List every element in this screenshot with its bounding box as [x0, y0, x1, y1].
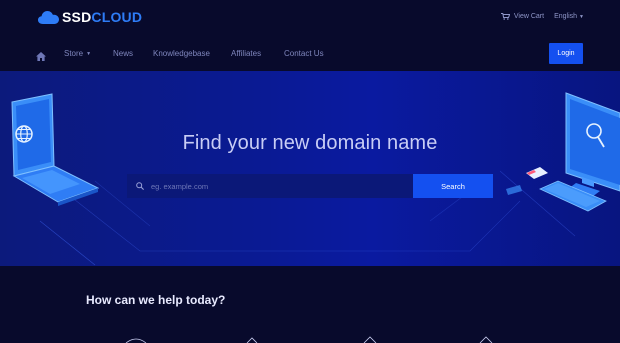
brand-logo[interactable]: SSD CLOUD — [38, 9, 142, 25]
home-link[interactable] — [36, 48, 46, 66]
nav-item-label: Knowledgebase — [153, 49, 210, 58]
hero-title: Find your new domain name — [182, 132, 438, 154]
nav-item-label: Contact Us — [284, 49, 324, 58]
cart-icon — [500, 13, 510, 20]
top-bar: SSD CLOUD View Cart English ▼ — [0, 0, 620, 36]
home-icon — [36, 52, 46, 61]
nav-item-news[interactable]: News — [113, 49, 133, 58]
nav-item-contact-us[interactable]: Contact Us — [284, 49, 324, 58]
nav-item-affiliates[interactable]: Affiliates — [231, 49, 261, 58]
hero-section: Find your new domain name Search — [0, 71, 620, 266]
brand-name-ssd: SSD — [62, 9, 92, 25]
language-label: English — [554, 13, 578, 20]
login-button[interactable]: Login — [549, 43, 583, 64]
search-button[interactable]: Search — [413, 174, 493, 198]
nav-item-knowledgebase[interactable]: Knowledgebase — [153, 49, 210, 58]
domain-search-input[interactable] — [151, 176, 401, 196]
chevron-down-icon: ▼ — [86, 50, 92, 57]
view-cart-label: View Cart — [513, 13, 545, 20]
nav-item-label: Store — [64, 49, 84, 58]
view-cart-link[interactable]: View Cart — [500, 13, 545, 20]
domain-search-box — [127, 174, 413, 198]
nav-item-store[interactable]: Store ▼ — [64, 49, 91, 58]
help-card-icons-row — [125, 336, 493, 343]
search-icon — [136, 182, 144, 190]
nav-item-label: Affiliates — [231, 49, 262, 58]
chevron-down-icon: ▼ — [579, 13, 584, 20]
help-section-title: How can we help today? — [86, 293, 226, 307]
language-selector[interactable]: English ▼ — [554, 13, 584, 20]
brand-name-cloud: CLOUD — [91, 9, 143, 25]
desktop-illustration — [506, 92, 620, 212]
cloud-logo-icon — [38, 10, 59, 24]
main-nav: Store ▼ News Knowledgebase Affiliates Co… — [0, 40, 620, 68]
nav-item-label: News — [113, 49, 134, 58]
domain-search-form: Search — [127, 174, 493, 198]
